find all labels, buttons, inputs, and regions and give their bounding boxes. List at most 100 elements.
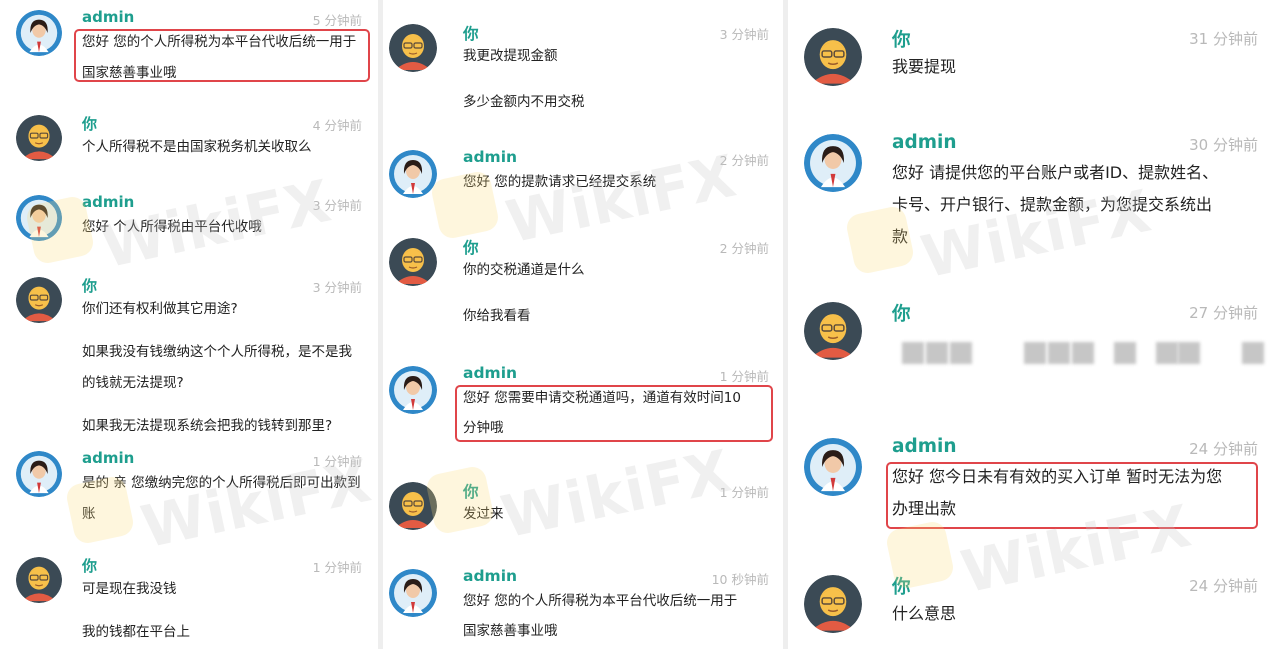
message-text: 如果我无法提现系统会把我的钱转到那里? [82, 418, 333, 434]
message-text: 您好 个人所得税由平台代收哦 [82, 219, 262, 235]
message-text: 您好 您的提款请求已经提交系统 [463, 174, 657, 190]
message-text: 个人所得税不是由国家税务机关收取么 [82, 139, 312, 155]
sender-name: admin [82, 449, 135, 467]
admin-avatar[interactable] [389, 569, 437, 617]
redacted-block [1048, 342, 1070, 364]
chat-message: admin 1 分钟前 您好 您需要申请交税通道吗，通道有效时间10 分钟哦 [383, 364, 783, 442]
chat-message: 你 1 分钟前 可是现在我没钱 我的钱都在平台上 [0, 557, 378, 640]
redacted-block [1024, 342, 1046, 364]
message-time: 4 分钟前 [312, 118, 362, 133]
message-text: 我的钱都在平台上 [82, 624, 190, 640]
message-text: 我更改提现金额 [463, 48, 558, 64]
admin-avatar[interactable] [16, 195, 62, 241]
message-text: 你给我看看 [463, 308, 531, 324]
user-avatar[interactable] [804, 302, 862, 360]
chat-message: admin 24 分钟前 您好 您今日未有有效的买入订单 暂时无法为您 办理出款 [790, 436, 1280, 529]
message-text: 如果我没有钱缴纳这个个人所得税，是不是我 [82, 344, 352, 360]
redacted-block [1072, 342, 1094, 364]
user-avatar[interactable] [804, 28, 862, 86]
message-time: 1 分钟前 [312, 560, 362, 575]
message-time: 3 分钟前 [312, 198, 362, 213]
admin-avatar[interactable] [804, 438, 862, 496]
chat-panel-2: 你3 分钟前 我更改提现金额 多少金额内不用交税 admin 2 分钟前 您好 您的提款请… [383, 0, 783, 649]
user-avatar[interactable] [389, 238, 437, 286]
chat-message: admin 5 分钟前 您好 您的个人所得税为本平台代收后统一用于 国家慈善事业哦 [0, 8, 378, 82]
redacted-block [950, 342, 972, 364]
sender-name: admin [892, 436, 957, 457]
message-text: 您好 请提供您的平台账户或者ID、提款姓名、 [892, 163, 1219, 182]
sender-name: 你 [463, 239, 479, 257]
chat-message: 你 3 分钟前我更改提现金额多少金额内不用交税 [383, 24, 783, 110]
chat-message: 你 31 分钟前我要提现 [790, 28, 1280, 86]
chat-message: admin 30 分钟前您好 请提供您的平台账户或者ID、提款姓名、 卡号、开户银行… [790, 132, 1280, 246]
panel-divider [783, 0, 788, 649]
message-text: 发过来 [463, 506, 504, 522]
chat-message: 你 4 分钟前 个人所得税不是由国家税务机关收取么 [0, 115, 378, 161]
sender-name: 你 [892, 304, 911, 325]
chat-message: 你 27 分钟前 [790, 302, 1280, 364]
chat-panel-3: 你 31 分钟前我要提现 admin 30 分钟前您好 请提供您的平台账户或者ID、提… [790, 0, 1280, 649]
message-text: 你们还有权利做其它用途? [82, 301, 238, 317]
admin-avatar[interactable] [16, 451, 62, 497]
message-text: 国家慈善事业哦 [463, 623, 558, 639]
redacted-block [1156, 342, 1178, 364]
message-text: 您好 您的个人所得税为本平台代收后统一用于 [463, 593, 738, 609]
highlight-box [74, 29, 370, 82]
sender-name: 你 [463, 483, 479, 501]
user-avatar[interactable] [389, 24, 437, 72]
chat-message: admin 1 分钟前 是的 亲 您缴纳完您的个人所得税后即可出款到账 [0, 449, 378, 522]
redacted-block [902, 342, 924, 364]
sender-name: admin [463, 364, 518, 382]
admin-avatar[interactable] [389, 366, 437, 414]
sender-name: admin [463, 567, 518, 585]
admin-avatar[interactable] [16, 10, 62, 56]
message-time: 10 秒钟前 [711, 572, 769, 587]
message-time: 2 分钟前 [719, 241, 769, 256]
message-time: 2 分钟前 [719, 153, 769, 168]
highlight-box [886, 462, 1258, 529]
message-time: 31 分钟前 [1189, 30, 1258, 48]
message-text: 款 [892, 227, 909, 246]
message-time: 24 分钟前 [1189, 440, 1258, 458]
message-time: 1 分钟前 [719, 369, 769, 384]
user-avatar[interactable] [389, 482, 437, 530]
chat-message: admin 10 秒钟前您好 您的个人所得税为本平台代收后统一用于 国家慈善事业哦 [383, 567, 783, 639]
chat-message: 你 1 分钟前 发过来 [383, 482, 783, 530]
redacted-block [1114, 342, 1136, 364]
sender-name: admin [82, 8, 135, 26]
chat-message: 你 24 分钟前什么意思 [790, 575, 1280, 633]
message-time: 30 分钟前 [1189, 136, 1258, 154]
highlight-box [455, 385, 773, 442]
message-time: 3 分钟前 [312, 280, 362, 295]
redacted-block [1242, 342, 1264, 364]
message-text: 的钱就无法提现? [82, 375, 184, 391]
message-time: 27 分钟前 [1189, 304, 1258, 322]
user-avatar[interactable] [16, 115, 62, 161]
sender-name: admin [892, 132, 957, 153]
message-text: 我要提现 [892, 57, 957, 76]
chat-message: 你 2 分钟前 你的交税通道是什么 你给我看看 [383, 238, 783, 324]
chat-message: 你 3 分钟前你们还有权利做其它用途? 如果我没有钱缴纳这个个人所得税，是不是我 的钱… [0, 277, 378, 434]
message-text: 账 [82, 506, 96, 522]
sender-name: 你 [463, 25, 479, 43]
sender-name: 你 [82, 557, 98, 575]
message-text: 是的 亲 您缴纳完您的个人所得税后即可出款到 [82, 475, 361, 491]
chat-message: admin 3 分钟前 您好 个人所得税由平台代收哦 [0, 193, 378, 241]
message-text: 卡号、开户银行、提款金额，为您提交系统出 [892, 195, 1213, 214]
message-text: 什么意思 [892, 604, 957, 623]
chat-message: admin 2 分钟前您好 您的提款请求已经提交系统 [383, 148, 783, 198]
message-time: 3 分钟前 [719, 27, 769, 42]
admin-avatar[interactable] [389, 150, 437, 198]
sender-name: 你 [82, 277, 98, 295]
sender-name: 你 [892, 30, 911, 51]
sender-name: admin [463, 148, 518, 166]
redacted-block [1178, 342, 1200, 364]
user-avatar[interactable] [16, 277, 62, 323]
message-time: 5 分钟前 [312, 13, 362, 28]
message-time: 24 分钟前 [1189, 577, 1258, 595]
user-avatar[interactable] [804, 575, 862, 633]
user-avatar[interactable] [16, 557, 62, 603]
message-text: 多少金额内不用交税 [463, 94, 585, 110]
admin-avatar[interactable] [804, 134, 862, 192]
sender-name: 你 [892, 577, 911, 598]
